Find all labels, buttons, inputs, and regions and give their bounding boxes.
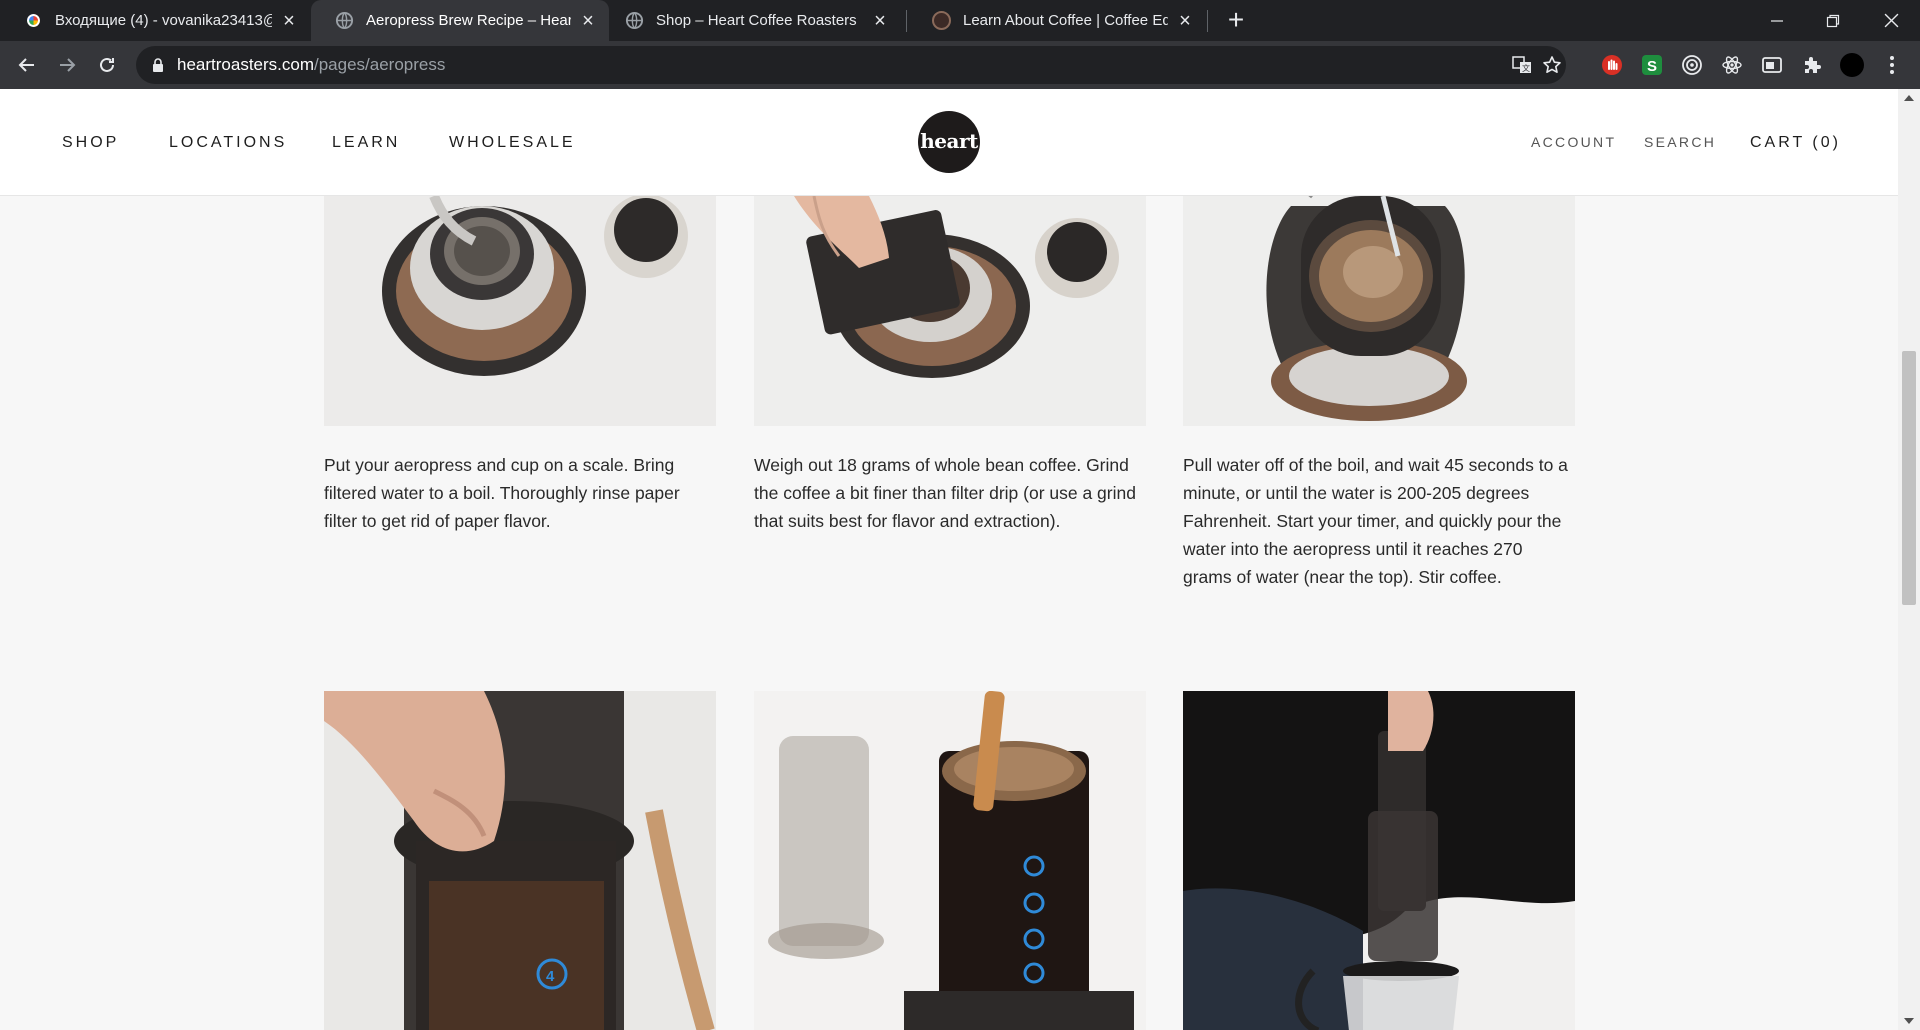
nav-search[interactable]: SEARCH <box>1644 89 1716 196</box>
step-3-photo <box>1183 196 1575 426</box>
svg-text:文: 文 <box>1522 63 1530 73</box>
step-4-photo: 4 <box>324 691 716 1030</box>
step-2-text: Weigh out 18 grams of whole bean coffee.… <box>754 455 1136 531</box>
scroll-down-arrow-icon[interactable] <box>1903 1016 1915 1026</box>
profile-avatar-icon[interactable] <box>1840 53 1864 77</box>
step-5-photo <box>754 691 1146 1030</box>
tab-title: Aeropress Brew Recipe – Heart C <box>366 12 571 29</box>
browser-toolbar: heartroasters.com/pages/aeropress 文 S <box>0 41 1920 89</box>
restore-icon[interactable] <box>1808 0 1858 41</box>
tab-gmail[interactable]: Входящие (4) - vovanika23413@ × <box>0 0 310 41</box>
url-path: /pages/aeropress <box>314 55 446 74</box>
step-3-text: Pull water off of the boil, and wait 45 … <box>1183 455 1568 587</box>
globe-icon <box>625 11 644 30</box>
tab-title: Learn About Coffee | Coffee Educ <box>963 12 1168 29</box>
tab-aeropress[interactable]: Aeropress Brew Recipe – Heart C × <box>311 0 609 41</box>
minimize-icon[interactable] <box>1752 0 1802 41</box>
target-extension-icon[interactable] <box>1680 53 1704 77</box>
close-window-icon[interactable] <box>1866 0 1916 41</box>
tab-title: Входящие (4) - vovanika23413@ <box>55 12 272 29</box>
tab-close-icon[interactable]: × <box>1176 11 1194 31</box>
step-6-photo <box>1183 691 1575 1030</box>
kebab-menu-icon[interactable] <box>1880 53 1904 77</box>
globe-icon <box>335 11 354 30</box>
red-hand-extension-icon[interactable] <box>1600 53 1624 77</box>
tab-close-icon[interactable]: × <box>280 11 298 31</box>
reload-icon[interactable] <box>92 50 122 80</box>
step-1-photo <box>324 196 716 426</box>
heart-logo[interactable]: heart <box>918 111 980 173</box>
tab-separator <box>1207 10 1208 32</box>
nav-account[interactable]: ACCOUNT <box>1531 89 1616 196</box>
url-host: heartroasters.com <box>177 55 314 74</box>
s-extension-icon[interactable]: S <box>1640 53 1664 77</box>
nav-learn[interactable]: LEARN <box>332 89 400 196</box>
step-2-photo <box>754 196 1146 426</box>
translate-icon[interactable]: 文 <box>1512 55 1532 75</box>
heart-favicon-icon <box>932 11 951 30</box>
new-tab-plus-icon[interactable]: + <box>1220 4 1252 36</box>
tab-close-icon[interactable]: × <box>579 11 597 31</box>
bookmark-star-icon[interactable] <box>1542 55 1562 75</box>
nav-shop[interactable]: SHOP <box>62 89 119 196</box>
gmail-icon <box>24 11 43 30</box>
aeropress-steps: Put your aeropress and cup on a scale. B… <box>0 196 1898 1030</box>
lock-icon[interactable] <box>152 58 164 77</box>
scroll-up-arrow-icon[interactable] <box>1903 93 1915 103</box>
tab-shop[interactable]: Shop – Heart Coffee Roasters × <box>601 0 901 41</box>
nav-wholesale[interactable]: WHOLESALE <box>449 89 576 196</box>
scrollbar-thumb[interactable] <box>1902 351 1916 605</box>
forward-arrow-icon[interactable] <box>52 50 82 80</box>
tab-close-icon[interactable]: × <box>871 11 889 31</box>
page-scrollbar[interactable] <box>1898 89 1920 1030</box>
address-bar[interactable]: heartroasters.com/pages/aeropress 文 <box>136 46 1566 84</box>
back-arrow-icon[interactable] <box>12 50 42 80</box>
nav-cart[interactable]: CART (0) <box>1750 89 1841 196</box>
nav-locations[interactable]: LOCATIONS <box>169 89 287 196</box>
svg-text:S: S <box>1647 58 1657 75</box>
browser-tab-strip: Входящие (4) - vovanika23413@ × Aeropres… <box>0 0 1920 41</box>
puzzle-extensions-icon[interactable] <box>1800 53 1824 77</box>
react-devtools-icon[interactable] <box>1720 53 1744 77</box>
site-header: SHOP LOCATIONS LEARN WHOLESALE heart ACC… <box>0 89 1898 196</box>
step-1-text: Put your aeropress and cup on a scale. B… <box>324 455 680 531</box>
url-text[interactable]: heartroasters.com/pages/aeropress <box>177 46 445 84</box>
tab-separator <box>906 10 907 32</box>
tab-learn[interactable]: Learn About Coffee | Coffee Educ × <box>908 0 1206 41</box>
window-extension-icon[interactable] <box>1760 53 1784 77</box>
tab-title: Shop – Heart Coffee Roasters <box>656 12 857 29</box>
svg-text:4: 4 <box>546 968 555 985</box>
